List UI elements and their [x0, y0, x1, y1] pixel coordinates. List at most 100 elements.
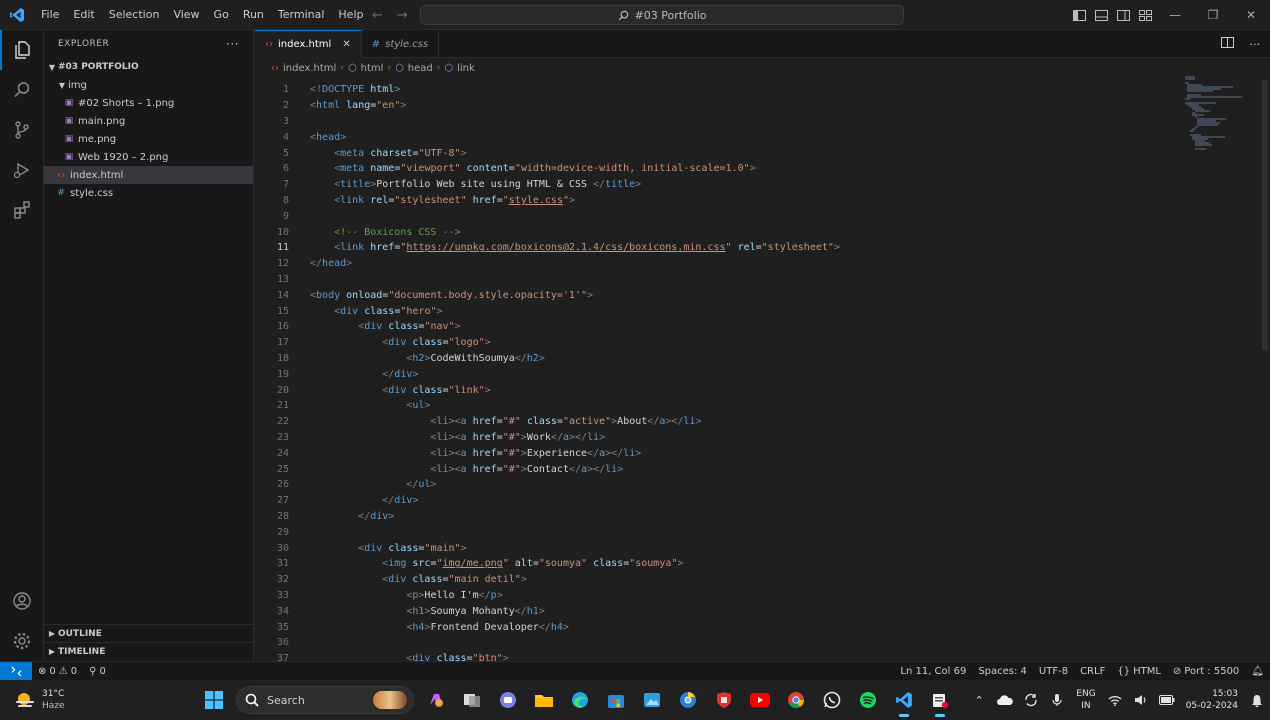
code-line[interactable]: 31 <img src="img/me.png" alt="soumya" cl… — [255, 556, 1185, 572]
code-line[interactable]: 21 <ul> — [255, 398, 1185, 414]
file-item-style-css[interactable]: # style.css — [44, 184, 253, 202]
code-line[interactable]: 12 </head> — [255, 256, 1185, 272]
more-actions-icon[interactable]: ··· — [226, 37, 239, 51]
file-item[interactable]: ▣ main.png — [44, 112, 253, 130]
remote-indicator-icon[interactable] — [0, 661, 32, 681]
microphone-icon[interactable] — [1044, 680, 1070, 720]
photo-app-icon[interactable] — [634, 680, 670, 720]
breadcrumb-item[interactable]: head — [408, 63, 433, 74]
search-icon[interactable] — [0, 70, 44, 110]
code-line[interactable]: 28 </div> — [255, 509, 1185, 525]
chrome-icon[interactable] — [778, 680, 814, 720]
onedrive-cloud-icon[interactable] — [992, 680, 1018, 720]
code-line[interactable]: 4 <head> — [255, 129, 1185, 145]
timeline-section[interactable]: ▶ TIMELINE — [44, 642, 254, 660]
folder-root[interactable]: ▼ #03 PORTFOLIO — [44, 58, 253, 76]
code-editor[interactable]: 1 <!DOCTYPE html> 2 <html lang="en"> 3 4 <head… — [255, 82, 1185, 661]
breadcrumb-item[interactable]: html — [361, 63, 384, 74]
screen-recorder-icon[interactable] — [922, 680, 958, 720]
end-of-line[interactable]: CRLF — [1074, 666, 1111, 677]
code-line[interactable]: 36 — [255, 635, 1185, 651]
menu-edit[interactable]: Edit — [66, 0, 101, 30]
menu-terminal[interactable]: Terminal — [271, 0, 332, 30]
code-line[interactable]: 29 — [255, 524, 1185, 540]
back-arrow-icon[interactable]: ← — [372, 8, 383, 23]
forward-arrow-icon[interactable]: → — [397, 8, 408, 23]
run-debug-icon[interactable] — [0, 150, 44, 190]
chrome-dev-icon[interactable] — [670, 680, 706, 720]
extensions-icon[interactable] — [0, 190, 44, 230]
ports-status[interactable]: ⚲ 0 — [83, 666, 112, 677]
code-line[interactable]: 19 </div> — [255, 366, 1185, 382]
code-line[interactable]: 32 <div class="main detil"> — [255, 572, 1185, 588]
live-server-port[interactable]: ⊘ Port : 5500 — [1167, 666, 1245, 677]
menu-selection[interactable]: Selection — [102, 0, 167, 30]
outline-section[interactable]: ▶ OUTLINE — [44, 624, 254, 642]
file-item[interactable]: ▣ me.png — [44, 130, 253, 148]
file-item[interactable]: ▣ #02 Shorts – 1.png — [44, 94, 253, 112]
code-line[interactable]: 26 </ul> — [255, 477, 1185, 493]
command-center[interactable]: #03 Portfolio — [420, 5, 904, 25]
cursor-position[interactable]: Ln 11, Col 69 — [894, 666, 972, 677]
code-line[interactable]: 18 <h2>CodeWithSoumya</h2> — [255, 351, 1185, 367]
windows-start-icon[interactable] — [196, 680, 232, 720]
file-item-index-html[interactable]: ‹› index.html — [44, 166, 253, 184]
code-line[interactable]: 6 <meta name="viewport" content="width=d… — [255, 161, 1185, 177]
code-line[interactable]: 20 <div class="link"> — [255, 382, 1185, 398]
source-control-icon[interactable] — [0, 110, 44, 150]
menu-go[interactable]: Go — [207, 0, 236, 30]
code-line[interactable]: 30 <div class="main"> — [255, 540, 1185, 556]
vscode-taskbar-icon[interactable] — [886, 680, 922, 720]
split-editor-icon[interactable] — [1220, 37, 1234, 51]
code-line[interactable]: 2 <html lang="en"> — [255, 98, 1185, 114]
clock[interactable]: 15:03 05-02-2024 — [1180, 688, 1244, 712]
code-line[interactable]: 5 <meta charset="UTF-8"> — [255, 145, 1185, 161]
code-line[interactable]: 7 <title>Portfolio Web site using HTML &… — [255, 177, 1185, 193]
code-line[interactable]: 34 <h1>Soumya Mohanty</h1> — [255, 603, 1185, 619]
code-line[interactable]: 37 <div class="btn"> — [255, 651, 1185, 661]
code-line[interactable]: 8 <link rel="stylesheet" href="style.css… — [255, 193, 1185, 209]
weather-widget[interactable]: 31°C Haze — [14, 680, 65, 720]
file-explorer-icon[interactable] — [526, 680, 562, 720]
notification-bell-icon[interactable] — [1244, 680, 1270, 720]
code-line[interactable]: 17 <div class="logo"> — [255, 335, 1185, 351]
code-line[interactable]: 23 <li><a href="#">Work</a></li> — [255, 430, 1185, 446]
menu-file[interactable]: File — [34, 0, 66, 30]
youtube-icon[interactable] — [742, 680, 778, 720]
code-line[interactable]: 3 — [255, 114, 1185, 130]
maximize-button[interactable]: ❐ — [1194, 0, 1232, 30]
breadcrumb-item[interactable]: link — [457, 63, 475, 74]
copilot-icon[interactable] — [418, 680, 454, 720]
chevron-up-icon[interactable]: ⌃ — [966, 680, 992, 720]
input-language[interactable]: ENG IN — [1070, 688, 1101, 712]
taskbar-search-box[interactable]: Search — [236, 686, 414, 714]
settings-gear-icon[interactable] — [0, 621, 44, 661]
file-item[interactable]: ▣ Web 1920 – 2.png — [44, 148, 253, 166]
microsoft-store-icon[interactable] — [598, 680, 634, 720]
code-line[interactable]: 22 <li><a href="#" class="active">About<… — [255, 414, 1185, 430]
teams-chat-icon[interactable] — [490, 680, 526, 720]
whatsapp-icon[interactable] — [814, 680, 850, 720]
language-mode[interactable]: {} HTML — [1111, 666, 1167, 677]
spotify-icon[interactable] — [850, 680, 886, 720]
encoding[interactable]: UTF-8 — [1033, 666, 1074, 677]
volume-icon[interactable] — [1128, 680, 1154, 720]
wifi-icon[interactable] — [1102, 680, 1128, 720]
code-line[interactable]: 25 <li><a href="#">Contact</a></li> — [255, 461, 1185, 477]
task-view-icon[interactable] — [454, 680, 490, 720]
customize-layout-icon[interactable] — [1134, 0, 1156, 30]
breadcrumb-item[interactable]: index.html — [283, 63, 336, 74]
code-line[interactable]: 9 — [255, 208, 1185, 224]
toggle-sidebar-icon[interactable] — [1068, 0, 1090, 30]
edge-browser-icon[interactable] — [562, 680, 598, 720]
code-line[interactable]: 11 <link href="https://unpkg.com/boxicon… — [255, 240, 1185, 256]
problems-status[interactable]: ⊗ 0 ⚠ 0 — [32, 666, 83, 677]
indentation[interactable]: Spaces: 4 — [972, 666, 1033, 677]
code-line[interactable]: 14 <body onload="document.body.style.opac… — [255, 287, 1185, 303]
code-line[interactable]: 1 <!DOCTYPE html> — [255, 82, 1185, 98]
minimize-button[interactable]: — — [1156, 0, 1194, 30]
folder-img[interactable]: ▼ img — [44, 76, 253, 94]
close-window-button[interactable]: ✕ — [1232, 0, 1270, 30]
sync-app-icon[interactable] — [1018, 680, 1044, 720]
explorer-icon[interactable] — [0, 30, 44, 70]
